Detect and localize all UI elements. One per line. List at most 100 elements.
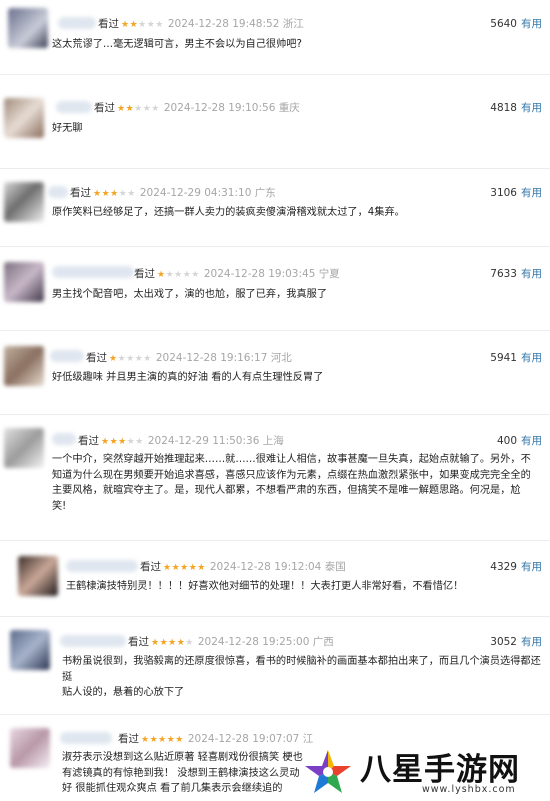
rating-stars: ★★★★★	[141, 735, 184, 745]
review-meta: 看过 ★★★★★ 2024-12-28 19:07:07 江	[118, 731, 313, 746]
rating-stars: ★★★★★	[101, 437, 144, 447]
review-location: 重庆	[278, 102, 300, 114]
review-time: 2024-12-28 19:12:04	[209, 561, 322, 573]
username[interactable]	[52, 266, 134, 278]
rating-stars: ★★★★★	[121, 20, 164, 30]
review-time: 2024-12-29 11:50:36	[147, 435, 260, 447]
avatar[interactable]	[10, 630, 50, 670]
watched-label: 看过	[94, 102, 115, 114]
watched-label: 看过	[78, 435, 99, 447]
username[interactable]	[60, 635, 126, 647]
useful-button[interactable]: 有用	[521, 268, 542, 280]
review-meta: 看过 ★★★★★ 2024-12-28 19:12:04 泰国	[140, 559, 346, 574]
useful-count: 4329	[490, 561, 517, 573]
useful-count: 5941	[490, 352, 517, 364]
useful-button[interactable]: 有用	[521, 102, 542, 114]
rating-stars: ★★★★★	[157, 270, 200, 280]
divider	[0, 616, 550, 617]
review-location: 浙江	[282, 18, 304, 30]
divider	[0, 540, 550, 541]
review-location: 上海	[262, 435, 284, 447]
review-meta: 看过 ★★★★★ 2024-12-28 19:48:52 浙江	[98, 16, 304, 31]
review-location: 泰国	[324, 561, 346, 573]
review-location: 广西	[312, 636, 334, 648]
review-text: 男主找个配音吧，太出戏了，演的也尬，服了已弃，我真服了	[52, 289, 328, 300]
watched-label: 看过	[86, 352, 107, 364]
avatar[interactable]	[18, 556, 58, 596]
useful-button[interactable]: 有用	[521, 561, 542, 573]
review-time: 2024-12-28 19:25:00	[197, 636, 310, 648]
divider	[0, 246, 550, 247]
username[interactable]	[66, 560, 138, 572]
vote-area: 5941 有用	[490, 350, 542, 365]
rating-stars: ★★★★★	[151, 638, 194, 648]
review-meta: 看过 ★★★★★ 2024-12-28 19:25:00 广西	[128, 634, 334, 649]
vote-area: 5640 有用	[490, 16, 542, 31]
review-time: 2024-12-28 19:03:45	[203, 268, 316, 280]
vote-area: 4329 有用	[490, 559, 542, 574]
avatar[interactable]	[4, 262, 44, 302]
divider	[0, 168, 550, 169]
review-meta: 看过 ★★★★★ 2024-12-28 19:03:45 宁夏	[134, 266, 340, 281]
useful-button[interactable]: 有用	[521, 18, 542, 30]
review-meta: 看过 ★★★★★ 2024-12-28 19:10:56 重庆	[94, 100, 300, 115]
useful-count: 3052	[490, 636, 517, 648]
divider	[0, 714, 550, 715]
avatar[interactable]	[4, 98, 44, 138]
review-meta: 看过 ★★★★★ 2024-12-29 04:31:10 广东	[70, 185, 276, 200]
watched-label: 看过	[134, 268, 155, 280]
avatar[interactable]	[8, 8, 48, 48]
vote-area: 400 有用	[497, 433, 542, 448]
watermark-title: 八星手游网	[360, 752, 520, 788]
review-time: 2024-12-28 19:16:17	[155, 352, 268, 364]
watched-label: 看过	[70, 187, 91, 199]
username[interactable]	[52, 433, 76, 445]
useful-count: 4818	[490, 102, 517, 114]
rating-stars: ★★★★★	[163, 563, 206, 573]
useful-button[interactable]: 有用	[521, 352, 542, 364]
review-text: 原作笑料已经够足了，还搞一群人卖力的装疯卖傻演滑稽戏就太过了，4集弃。	[52, 207, 405, 218]
review-meta: 看过 ★★★★★ 2024-12-29 11:50:36 上海	[78, 433, 284, 448]
avatar[interactable]	[4, 182, 44, 222]
avatar[interactable]	[4, 346, 44, 386]
review-time: 2024-12-28 19:48:52	[167, 18, 280, 30]
useful-button[interactable]: 有用	[521, 187, 542, 199]
watermark-logo-icon	[302, 747, 354, 796]
watched-label: 看过	[140, 561, 161, 573]
useful-button[interactable]: 有用	[521, 435, 542, 447]
rating-stars: ★★★★★	[109, 354, 152, 364]
useful-count: 7633	[490, 268, 517, 280]
watched-label: 看过	[128, 636, 149, 648]
review-text: 王鹤棣演技特别灵！！！！好喜欢他对细节的处理！！大表打更人非常好看，不看惜亿！	[66, 581, 464, 592]
divider	[0, 330, 550, 331]
review-time: 2024-12-29 04:31:10	[139, 187, 252, 199]
username[interactable]	[50, 350, 84, 362]
avatar[interactable]	[10, 728, 50, 768]
rating-stars: ★★★★★	[93, 189, 136, 199]
review-location: 广东	[254, 187, 276, 199]
avatar[interactable]	[4, 428, 44, 468]
vote-area: 7633 有用	[490, 266, 542, 281]
watched-label: 看过	[98, 18, 119, 30]
vote-area: 3106 有用	[490, 185, 542, 200]
useful-count: 400	[496, 435, 517, 447]
watermark-url: www.lyshbx.com	[422, 784, 516, 795]
username[interactable]	[48, 186, 68, 198]
review-text: 好低级趣味 并且男主演的真的好油 看的人有点生理性反胃了	[52, 372, 324, 383]
username[interactable]	[58, 17, 96, 29]
review-location: 河北	[270, 352, 292, 364]
divider	[0, 414, 550, 415]
review-text: 书粉虽说很到，我骆毅离的还原度很惊喜，看书的时候脑补的画面基本都拍出来了，而且几…	[62, 656, 541, 699]
username[interactable]	[60, 732, 112, 744]
review-location: 宁夏	[318, 268, 340, 280]
site-watermark: 八星手游网 www.lyshbx.com	[300, 740, 550, 801]
review-time: 2024-12-28 19:07:07	[187, 733, 300, 745]
review-time: 2024-12-28 19:10:56	[163, 102, 276, 114]
useful-count: 5640	[490, 18, 517, 30]
username[interactable]	[56, 101, 92, 113]
rating-stars: ★★★★★	[117, 104, 160, 114]
divider	[0, 74, 550, 75]
useful-button[interactable]: 有用	[521, 636, 542, 648]
review-text: 这太荒谬了…毫无逻辑可言，男主不会以为自己很帅吧?	[52, 39, 302, 50]
review-meta: 看过 ★★★★★ 2024-12-28 19:16:17 河北	[86, 350, 292, 365]
